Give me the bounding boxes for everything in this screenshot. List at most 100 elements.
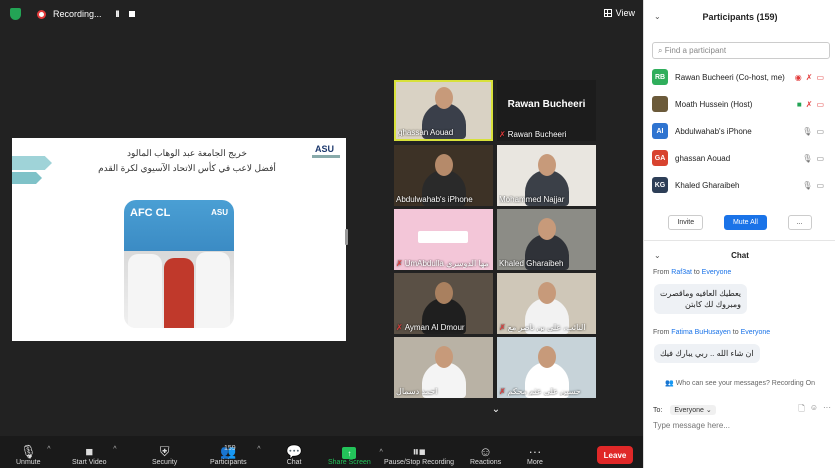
top-bar: Recording... II View [0, 0, 643, 28]
video-tile[interactable]: ghassan Aouad [394, 80, 493, 141]
afc-logo: AFC CL [130, 207, 171, 219]
security-button[interactable]: ⛨ Security [152, 444, 177, 466]
screen-share-icon: ■ [796, 99, 802, 109]
chat-message-input[interactable] [653, 421, 828, 430]
tile-name: ghassan Aouad [398, 128, 454, 137]
recording-label: Recording... [53, 9, 102, 19]
stop-recording-button[interactable] [128, 11, 135, 17]
split-view-handle[interactable] [345, 229, 348, 245]
participant-actions: Invite Mute All ... [644, 214, 835, 230]
video-off-icon[interactable]: ▭ [816, 73, 824, 82]
participant-search-input[interactable]: ⌕ Find a participant [652, 42, 830, 59]
recipient-select[interactable]: Everyone ⌄ [670, 405, 716, 415]
invite-button[interactable]: Invite [668, 214, 704, 230]
tile-name: احمد دسمال [396, 387, 438, 396]
shared-screen-slide: خريج الجامعة عبد الوهاب المالود أفضل لاع… [12, 138, 346, 341]
video-icon[interactable]: ▭ [816, 181, 824, 190]
video-tile[interactable]: ✗ النائب، علي بن ناصر مع [497, 273, 596, 334]
share-screen-button[interactable]: ↑ ^ Share Screen [328, 447, 383, 466]
start-video-button[interactable]: ■ ^ Start Video [72, 444, 117, 466]
avatar: GA [652, 150, 668, 166]
muted-mic-icon: ✗ [396, 259, 403, 268]
reactions-icon: ☺ [478, 444, 493, 459]
participant-head [537, 282, 556, 304]
participants-icon: 👥 [665, 380, 676, 387]
video-icon[interactable]: ▭ [816, 154, 824, 163]
chat-sender[interactable]: Fatima BuHusayen [671, 329, 731, 336]
slide-photo: AFC CL ASU [124, 200, 234, 328]
profile-card [418, 231, 468, 243]
participant-row[interactable]: AI Abdulwahab's iPhone 🎙 ▭ [652, 121, 830, 141]
photo-figure [196, 252, 230, 328]
chevron-up-icon[interactable]: ^ [380, 449, 383, 456]
chat-sender-line: From Fatima BuHusayen to Everyone [653, 329, 771, 336]
more-button[interactable]: ··· More [527, 444, 543, 466]
chat-recipient-row: To: Everyone ⌄ 🗋 ☺ ··· [653, 403, 831, 417]
shield-icon[interactable] [10, 8, 21, 20]
view-button[interactable]: View [603, 8, 635, 18]
chevron-up-icon[interactable]: ^ [47, 446, 50, 453]
chat-sender-line: From Raf3at to Everyone [653, 269, 732, 276]
video-tile[interactable]: Rawan Bucheeri ✗ Rawan Bucheeri [497, 80, 596, 141]
chevron-down-icon: ⌄ [705, 407, 712, 414]
mic-muted-icon[interactable]: ✗ [806, 73, 813, 82]
video-tile[interactable]: Abdulwahab's iPhone [394, 145, 493, 206]
video-tile[interactable]: احمد دسمال [394, 337, 493, 398]
chat-button[interactable]: 💬 Chat [286, 444, 302, 466]
participant-head [537, 218, 556, 240]
mic-icon[interactable]: 🎙 [802, 127, 812, 136]
pause-stop-recording-button[interactable]: ⏸⏹ Pause/Stop Recording [384, 444, 454, 466]
video-tile[interactable]: Mohammed Najjar [497, 145, 596, 206]
chat-visibility-notice[interactable]: 👥 Who can see your messages? Recording O… [644, 379, 835, 387]
participant-row[interactable]: RB Rawan Bucheeri (Co-host, me) ◉ ✗ ▭ [652, 67, 830, 87]
chat-recipient[interactable]: Everyone [741, 329, 771, 336]
tile-name: ✗ النائب، علي بن ناصر مع [499, 323, 586, 332]
chevron-up-icon[interactable]: ^ [257, 446, 260, 453]
participants-count: 159 [224, 445, 236, 452]
chevron-down-icon[interactable]: ⌄ [487, 404, 505, 418]
participant-head [434, 282, 453, 304]
reactions-button[interactable]: ☺ Reactions [470, 444, 501, 466]
video-tile[interactable]: Khaled Gharaibeh [497, 209, 596, 270]
chat-recipient[interactable]: Everyone [702, 269, 732, 276]
participant-row[interactable]: Moath Hussein (Host) ■ ✗ ▭ [652, 94, 830, 114]
more-icon[interactable]: ··· [823, 403, 831, 417]
video-tile[interactable]: ✗ حسين علي عثم محكم [497, 337, 596, 398]
mute-all-button[interactable]: Mute All [723, 214, 767, 230]
video-icon[interactable]: ▭ [816, 127, 824, 136]
muted-mic-icon: ✗ [499, 323, 506, 332]
photo-figure [164, 258, 194, 328]
participant-name: ghassan Aouad [675, 153, 731, 163]
recording-icon: ◉ [794, 72, 802, 82]
tile-name: Abdulwahab's iPhone [396, 195, 473, 204]
participant-status-icons: ◉ ✗ ▭ [795, 73, 824, 82]
share-screen-icon: ↑ [342, 447, 357, 459]
participant-status-icons: 🎙 ▭ [802, 127, 824, 136]
video-tile[interactable]: ✗ UmAbdulla مها الدوسري [394, 209, 493, 270]
view-label: View [615, 8, 635, 18]
emoji-icon[interactable]: ☺ [810, 403, 818, 417]
chat-sender[interactable]: Raf3at [671, 269, 692, 276]
file-icon[interactable]: 🗋 [798, 403, 804, 417]
participant-display-name: Rawan Bucheeri [507, 99, 586, 110]
participant-row[interactable]: GA ghassan Aouad 🎙 ▭ [652, 148, 830, 168]
more-options-button[interactable]: ... [787, 214, 812, 230]
unmute-button[interactable]: 🎙 ^ Unmute [16, 444, 51, 466]
video-off-icon[interactable]: ▭ [816, 100, 824, 109]
asu-banner: ASU [211, 208, 228, 217]
leave-button[interactable]: Leave [597, 446, 633, 464]
avatar: RB [652, 69, 668, 85]
muted-mic-icon: ✗ [499, 387, 506, 396]
mic-muted-icon[interactable]: ✗ [806, 100, 813, 109]
participant-row[interactable]: KG Khaled Gharaibeh 🎙 ▭ [652, 175, 830, 195]
mic-icon[interactable]: 🎙 [802, 154, 812, 163]
participant-name: Moath Hussein (Host) [675, 99, 753, 109]
tile-name: Khaled Gharaibeh [499, 259, 564, 268]
participants-button[interactable]: 👥 159 ^ Participants [210, 444, 261, 466]
mic-icon[interactable]: 🎙 [802, 181, 812, 190]
chevron-up-icon[interactable]: ^ [113, 446, 116, 453]
slide-text-line: خريج الجامعة عبد الوهاب المالود [127, 148, 247, 158]
pause-recording-button[interactable]: II [116, 9, 120, 19]
chat-icon: 💬 [286, 444, 303, 459]
video-tile[interactable]: ✗ Ayman Al Dmour [394, 273, 493, 334]
